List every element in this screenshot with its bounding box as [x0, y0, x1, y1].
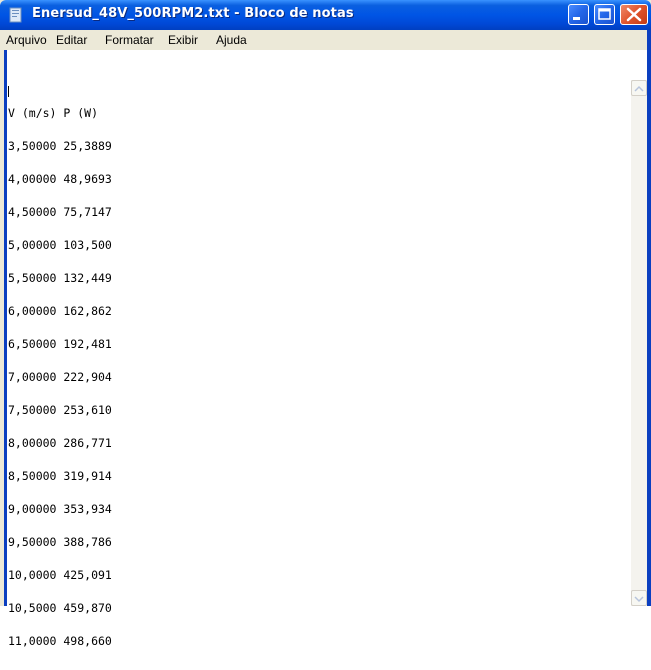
notepad-icon	[9, 7, 22, 23]
text-line: 11,0000 498,660	[8, 634, 112, 648]
minimize-button[interactable]	[568, 4, 589, 25]
maximize-icon	[598, 8, 611, 20]
scroll-up-arrow-icon	[634, 85, 644, 92]
text-editor[interactable]: V (m/s) P (W) 3,50000 25,3889 4,00000 48…	[8, 86, 628, 647]
scroll-down-arrow-icon	[634, 596, 644, 603]
menu-ajuda[interactable]: Ajuda	[216, 33, 247, 47]
scroll-up-button[interactable]	[631, 80, 647, 96]
text-line: 9,50000 388,786	[8, 535, 112, 549]
text-line: 10,5000 459,870	[8, 601, 112, 615]
text-line: 7,00000 222,904	[8, 370, 112, 384]
menu-arquivo[interactable]: Arquivo	[6, 33, 47, 47]
minimize-icon	[573, 17, 580, 20]
text-line: 4,00000 48,9693	[8, 172, 112, 186]
text-line: 3,50000 25,3889	[8, 139, 112, 153]
scroll-down-button[interactable]	[631, 590, 647, 606]
text-caret	[8, 86, 9, 97]
window-border-right	[647, 30, 651, 606]
close-icon	[626, 7, 642, 22]
text-line: 8,50000 319,914	[8, 469, 112, 483]
text-line: 5,50000 132,449	[8, 271, 112, 285]
notepad-window: Enersud_48V_500RPM2.txt - Bloco de notas…	[0, 0, 651, 647]
menu-formatar[interactable]: Formatar	[105, 33, 154, 47]
text-line: 7,50000 253,610	[8, 403, 112, 417]
menu-bar: Arquivo Editar Formatar Exibir Ajuda	[4, 30, 647, 50]
text-line: 8,00000 286,771	[8, 436, 112, 450]
menu-exibir[interactable]: Exibir	[168, 33, 198, 47]
text-line: 4,50000 75,7147	[8, 205, 112, 219]
title-bar[interactable]: Enersud_48V_500RPM2.txt - Bloco de notas	[0, 0, 651, 30]
text-line: 6,00000 162,862	[8, 304, 112, 318]
text-line: 9,00000 353,934	[8, 502, 112, 516]
menu-editar[interactable]: Editar	[56, 33, 87, 47]
maximize-button[interactable]	[594, 4, 615, 25]
text-line: 10,0000 425,091	[8, 568, 112, 582]
vertical-scrollbar[interactable]	[631, 80, 647, 606]
window-title: Enersud_48V_500RPM2.txt - Bloco de notas	[32, 6, 354, 21]
text-line: 5,00000 103,500	[8, 238, 112, 252]
text-line: 6,50000 192,481	[8, 337, 112, 351]
close-button[interactable]	[620, 4, 648, 25]
text-line: V (m/s) P (W)	[8, 106, 99, 120]
